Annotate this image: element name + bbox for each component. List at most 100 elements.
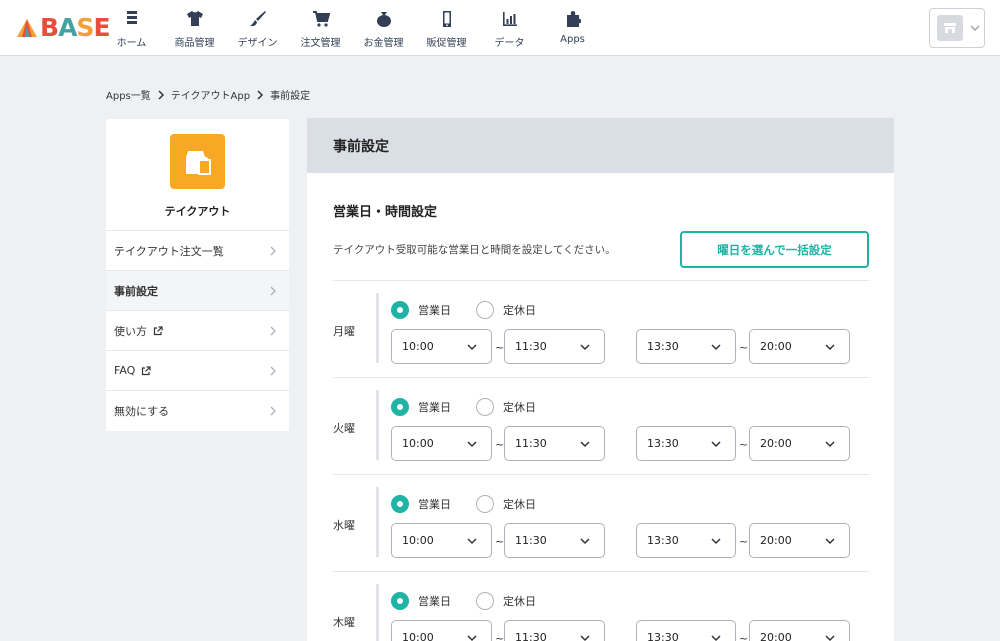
chevron-down-icon	[825, 344, 835, 351]
chevron-right-icon	[270, 246, 276, 256]
nav-item-apps[interactable]: Apps	[541, 0, 604, 56]
nav-item-money[interactable]: お金管理	[352, 0, 415, 56]
nav-item-orders[interactable]: 注文管理	[289, 0, 352, 56]
tent-logo-icon	[17, 19, 37, 37]
end-time-select-1[interactable]: 11:30	[504, 523, 605, 558]
app-card: テイクアウト	[106, 119, 289, 231]
select-value: 11:30	[515, 534, 547, 547]
nav-item-promotion[interactable]: 販促管理	[415, 0, 478, 56]
select-value: 11:30	[515, 340, 547, 353]
tilde: ~	[739, 535, 749, 548]
chevron-down-icon	[825, 441, 835, 448]
sidebar-item-faq[interactable]: FAQ	[106, 351, 289, 391]
closed-label: 定休日	[503, 304, 536, 317]
tilde: ~	[495, 535, 505, 548]
day-label: 木曜	[333, 616, 355, 629]
day-label: 火曜	[333, 422, 355, 435]
select-value: 13:30	[647, 534, 679, 547]
chevron-down-icon	[711, 635, 721, 641]
chevron-right-icon	[270, 406, 276, 416]
select-value: 11:30	[515, 631, 547, 641]
start-time-select-2[interactable]: 13:30	[636, 620, 736, 641]
open-label: 営業日	[418, 498, 451, 511]
open-closed-radios: 営業日 定休日	[391, 398, 536, 416]
nav-item-products[interactable]: 商品管理	[163, 0, 226, 56]
app-sidebar: テイクアウト テイクアウト注文一覧 事前設定 使い方 FAQ 無効にする	[106, 119, 289, 431]
bar-chart-icon	[502, 12, 517, 26]
money-bag-icon	[376, 12, 391, 27]
closed-radio[interactable]	[476, 398, 494, 416]
end-time-select-1[interactable]: 11:30	[504, 620, 605, 641]
external-link-icon	[142, 365, 151, 375]
external-link-icon	[153, 325, 163, 335]
open-closed-radios: 営業日 定休日	[391, 495, 536, 513]
chevron-right-icon	[270, 286, 276, 296]
select-value: 20:00	[760, 631, 792, 641]
sidebar-item-how-to[interactable]: 使い方	[106, 311, 289, 351]
select-value: 10:00	[402, 534, 434, 547]
home-list-icon	[126, 11, 137, 24]
sidebar-item-settings[interactable]: 事前設定	[106, 271, 289, 311]
chevron-down-icon	[825, 538, 835, 545]
end-time-select-2[interactable]: 20:00	[749, 329, 850, 364]
closed-radio[interactable]	[476, 495, 494, 513]
start-time-select-1[interactable]: 10:00	[391, 523, 492, 558]
select-value: 10:00	[402, 631, 434, 641]
select-value: 20:00	[760, 534, 792, 547]
start-time-select-2[interactable]: 13:30	[636, 329, 736, 364]
chevron-right-icon	[257, 89, 264, 100]
chevron-down-icon	[580, 441, 590, 448]
day-row-wednesday: 水曜 営業日 定休日 10:00 ~ 11:30 13:30 ~ 20:00	[333, 474, 869, 571]
nav-label: ホーム	[116, 38, 147, 49]
breadcrumb-takeout-app[interactable]: テイクアウトApp	[171, 87, 250, 102]
nav-label: 商品管理	[174, 38, 215, 49]
bulk-set-button[interactable]: 曜日を選んで一括設定	[680, 231, 869, 268]
start-time-select-1[interactable]: 10:00	[391, 329, 492, 364]
closed-label: 定休日	[503, 595, 536, 608]
chevron-right-icon	[270, 366, 276, 376]
open-radio[interactable]	[391, 301, 409, 319]
start-time-select-1[interactable]: 10:00	[391, 620, 492, 641]
open-radio[interactable]	[391, 398, 409, 416]
closed-radio[interactable]	[476, 592, 494, 610]
end-time-select-2[interactable]: 20:00	[749, 620, 850, 641]
tshirt-icon	[186, 11, 203, 26]
sidebar-item-disable[interactable]: 無効にする	[106, 391, 289, 431]
shop-menu-button[interactable]	[929, 8, 985, 48]
tilde: ~	[495, 438, 505, 451]
end-time-select-2[interactable]: 20:00	[749, 426, 850, 461]
nav-label: データ	[494, 38, 525, 49]
open-closed-radios: 営業日 定休日	[391, 301, 536, 319]
chevron-down-icon	[711, 344, 721, 351]
main-nav: ホーム 商品管理 デザイン 注文管理 お金管理 販促管理 データ Apps	[100, 0, 604, 56]
start-time-select-2[interactable]: 13:30	[636, 523, 736, 558]
end-time-select-2[interactable]: 20:00	[749, 523, 850, 558]
cart-icon	[312, 11, 330, 27]
select-value: 20:00	[760, 340, 792, 353]
open-radio[interactable]	[391, 592, 409, 610]
breadcrumb-apps[interactable]: Apps一覧	[106, 87, 151, 102]
sidebar-item-label: テイクアウト注文一覧	[114, 244, 224, 258]
end-time-select-1[interactable]: 11:30	[504, 329, 605, 364]
sidebar-item-label: FAQ	[114, 364, 136, 377]
closed-label: 定休日	[503, 401, 536, 414]
nav-label: 販促管理	[426, 38, 467, 49]
tilde: ~	[495, 632, 505, 641]
nav-label: お金管理	[363, 38, 404, 49]
open-radio[interactable]	[391, 495, 409, 513]
nav-item-home[interactable]: ホーム	[100, 0, 163, 56]
puzzle-icon	[566, 11, 581, 27]
nav-item-data[interactable]: データ	[478, 0, 541, 56]
closed-radio[interactable]	[476, 301, 494, 319]
sidebar-item-orders[interactable]: テイクアウト注文一覧	[106, 231, 289, 271]
day-row-monday: 月曜 営業日 定休日 10:00 ~ 11:30 13:30 ~ 20:00	[333, 280, 869, 377]
start-time-select-2[interactable]: 13:30	[636, 426, 736, 461]
nav-label: デザイン	[237, 38, 278, 49]
day-label: 水曜	[333, 519, 355, 532]
end-time-select-1[interactable]: 11:30	[504, 426, 605, 461]
sidebar-item-label: 使い方	[114, 324, 147, 338]
start-time-select-1[interactable]: 10:00	[391, 426, 492, 461]
chevron-down-icon	[580, 635, 590, 641]
nav-item-design[interactable]: デザイン	[226, 0, 289, 56]
base-logo[interactable]: BASE	[16, 14, 111, 42]
